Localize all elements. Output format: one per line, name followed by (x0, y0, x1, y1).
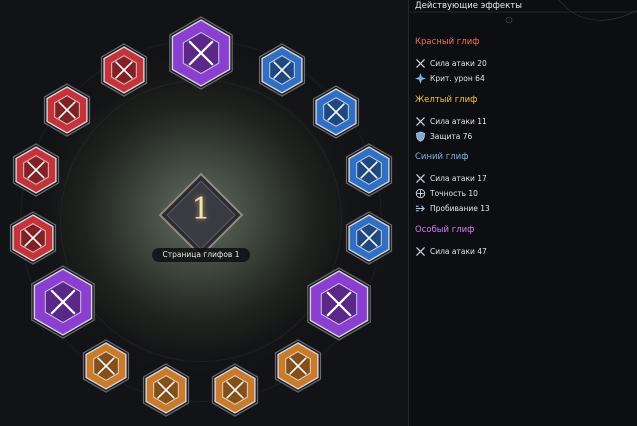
glyph-blue-2[interactable] (308, 84, 364, 140)
effects-section: Красный глиф Сила атаки 20 Крит. урон 64 (415, 37, 487, 86)
swords-icon (415, 173, 430, 184)
panel-title: Действующие эффекты (415, 1, 522, 11)
stat-row: Сила атаки 11 (415, 114, 487, 129)
stat-row: Сила атаки 20 (415, 56, 487, 71)
glyph-special-right[interactable] (301, 266, 377, 342)
glyph-special-top[interactable] (163, 15, 239, 91)
glyph-page-label: Страница глифов 1 (152, 248, 250, 262)
section-title: Красный глиф (415, 37, 480, 47)
glyph-special-left[interactable] (25, 264, 101, 340)
glyph-red-4[interactable] (96, 42, 152, 98)
glyph-blue-3[interactable] (341, 142, 397, 198)
effects-section: Особый глиф Сила атаки 47 (415, 225, 487, 259)
glyph-page-number: 1 (191, 192, 211, 227)
stat-row: Защита 76 (415, 129, 487, 144)
glyph-blue-4[interactable] (341, 210, 397, 266)
stat-text: Крит. урон 64 (430, 74, 485, 83)
stat-text: Пробивание 13 (430, 204, 490, 213)
effects-section: Синий глиф Сила атаки 17 Точность 10 Пробив… (415, 152, 490, 216)
effects-section: Желтый глиф Сила атаки 11 Защита 76 (415, 95, 487, 144)
swords-icon (415, 58, 430, 69)
stat-row: Точность 10 (415, 186, 490, 201)
effects-panel: Действующие эффекты Красный глиф Сила ата… (408, 0, 637, 426)
crit-icon (415, 73, 430, 84)
stat-text: Сила атаки 47 (430, 247, 487, 256)
glyph-red-1[interactable] (5, 210, 61, 266)
stat-text: Защита 76 (430, 132, 473, 141)
stat-row: Сила атаки 47 (415, 244, 487, 259)
shield-icon (415, 131, 430, 142)
section-title: Синий глиф (415, 152, 469, 162)
glyph-orange-1[interactable] (270, 338, 326, 394)
accuracy-icon (415, 188, 430, 199)
stat-text: Сила атаки 17 (430, 174, 487, 183)
stat-text: Сила атаки 11 (430, 117, 487, 126)
stat-text: Сила атаки 20 (430, 59, 487, 68)
section-title: Желтый глиф (415, 95, 478, 105)
penetration-icon (415, 203, 430, 214)
glyph-blue-1[interactable] (254, 42, 310, 98)
glyph-red-3[interactable] (39, 82, 95, 138)
glyph-orange-2[interactable] (207, 362, 263, 418)
stat-row: Сила атаки 17 (415, 171, 490, 186)
swords-icon (415, 116, 430, 127)
glyph-board: 1 Страница глифов 1 (0, 0, 408, 426)
section-title: Особый глиф (415, 225, 475, 235)
stat-text: Точность 10 (430, 189, 478, 198)
glyph-orange-3[interactable] (138, 362, 194, 418)
stat-row: Крит. урон 64 (415, 71, 487, 86)
glyph-orange-4[interactable] (78, 338, 134, 394)
swords-icon (415, 246, 430, 257)
stat-row: Пробивание 13 (415, 201, 490, 216)
glyph-red-2[interactable] (8, 142, 64, 198)
